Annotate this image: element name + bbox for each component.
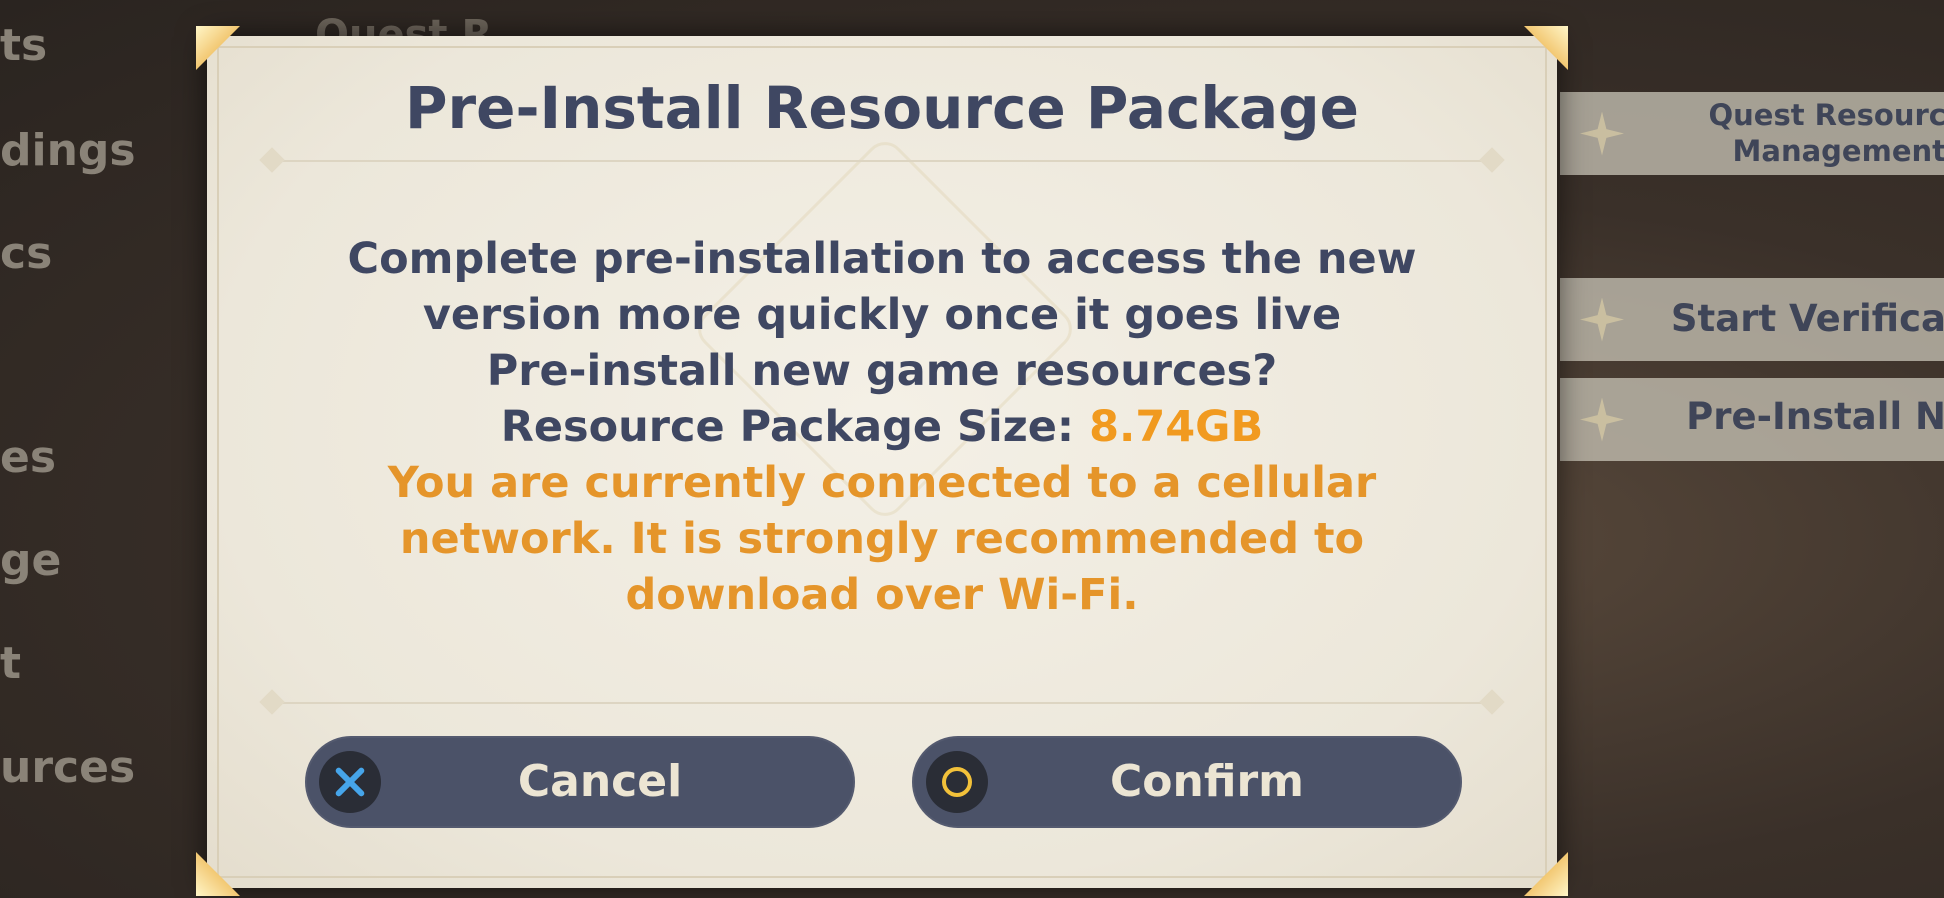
pre-install-label: Pre-Install N bbox=[1686, 395, 1944, 438]
confirm-button-label: Confirm bbox=[1109, 756, 1304, 807]
body-line-2: version more quickly once it goes live bbox=[422, 290, 1342, 340]
background-menu-item[interactable]: ge bbox=[0, 535, 61, 586]
pre-install-button[interactable]: Pre-Install N bbox=[1560, 378, 1944, 461]
button-divider bbox=[267, 702, 1497, 704]
star-ornament-icon bbox=[1580, 297, 1624, 342]
package-size-label: Resource Package Size: bbox=[500, 402, 1090, 452]
warning-line-2: network. It is strongly recommended to bbox=[399, 514, 1365, 564]
package-size-value: 8.74GB bbox=[1089, 402, 1264, 452]
quest-resource-management-button[interactable]: Quest Resourc Management bbox=[1560, 92, 1944, 175]
cancel-button[interactable]: Cancel bbox=[305, 736, 855, 828]
confirm-icon-badge bbox=[926, 751, 988, 813]
cancel-icon-badge bbox=[319, 751, 381, 813]
quest-resource-label-line1: Quest Resourc bbox=[1708, 98, 1944, 132]
dialog-title: Pre-Install Resource Package bbox=[405, 74, 1359, 142]
star-ornament-icon bbox=[1580, 111, 1624, 156]
start-verification-label: Start Verifica bbox=[1670, 297, 1944, 340]
background-menu-item[interactable]: t bbox=[0, 638, 21, 689]
cancel-button-label: Cancel bbox=[517, 756, 683, 807]
background-menu-item[interactable]: dings bbox=[0, 125, 136, 176]
pre-install-dialog: Pre-Install Resource Package Complete pr… bbox=[207, 36, 1557, 888]
title-divider bbox=[267, 160, 1497, 162]
cross-button-icon bbox=[333, 765, 367, 799]
body-line-3: Pre-install new game resources? bbox=[486, 346, 1278, 396]
star-ornament-icon bbox=[1580, 397, 1624, 442]
background-menu-item[interactable]: urces bbox=[0, 742, 135, 793]
confirm-button[interactable]: Confirm bbox=[912, 736, 1462, 828]
background-menu-item[interactable]: es bbox=[0, 432, 56, 483]
background-menu-item[interactable]: ts bbox=[0, 20, 47, 71]
warning-line-3: download over Wi-Fi. bbox=[625, 570, 1139, 620]
start-verification-button[interactable]: Start Verifica bbox=[1560, 278, 1944, 361]
circle-button-icon bbox=[942, 767, 972, 797]
warning-line-1: You are currently connected to a cellula… bbox=[387, 458, 1377, 508]
quest-resource-label-line2: Management bbox=[1732, 134, 1944, 168]
body-line-1: Complete pre-installation to access the … bbox=[347, 234, 1417, 284]
package-size-line: Resource Package Size: 8.74GB bbox=[267, 399, 1497, 455]
dialog-body: Complete pre-installation to access the … bbox=[267, 231, 1497, 623]
background-menu-item[interactable]: cs bbox=[0, 228, 52, 279]
